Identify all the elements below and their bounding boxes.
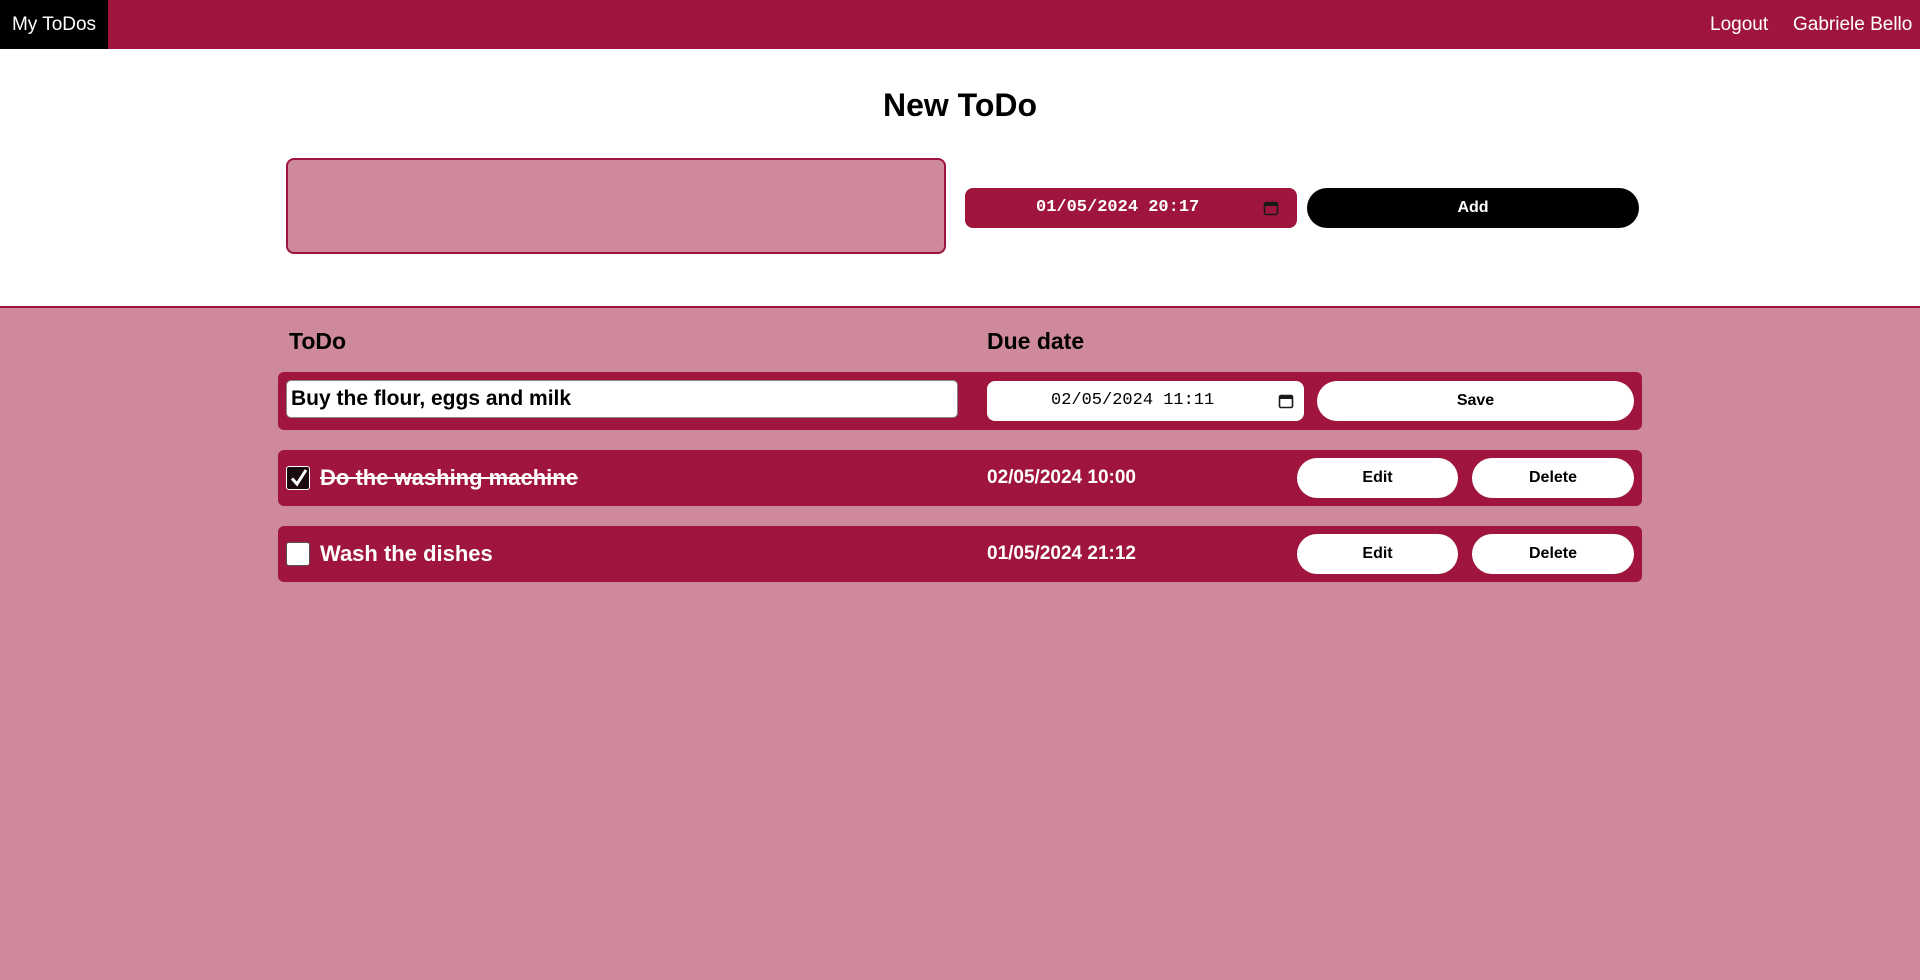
todo-row-editing: 02/05/2024 11:11 Save [278,372,1642,430]
edit-button[interactable]: Edit [1297,534,1458,574]
logout-link[interactable]: Logout [1710,0,1768,49]
todo-due-date: 01/05/2024 21:12 [987,543,1136,564]
edit-todo-text-input[interactable] [286,380,958,418]
done-checkbox[interactable] [286,542,310,566]
save-button[interactable]: Save [1317,381,1634,421]
delete-button[interactable]: Delete [1472,458,1634,498]
todo-text: Do the washing machine [320,465,578,490]
edit-todo-due-date-value: 02/05/2024 11:11 [1051,391,1215,410]
done-checkbox[interactable] [286,466,310,490]
brand-link[interactable]: My ToDos [0,0,108,49]
todo-due-date: 02/05/2024 10:00 [987,467,1136,488]
edit-button[interactable]: Edit [1297,458,1458,498]
calendar-icon[interactable] [1278,393,1294,415]
add-button[interactable]: Add [1307,188,1639,228]
calendar-icon[interactable] [1263,200,1279,222]
todo-row: Do the washing machine 02/05/2024 10:00 … [278,450,1642,506]
new-todo-section: New ToDo 01/05/2024 20:17 Add [0,49,1920,308]
new-todo-text-input[interactable] [286,158,946,254]
new-todo-due-date-value: 01/05/2024 20:17 [1036,198,1200,217]
delete-button[interactable]: Delete [1472,534,1634,574]
user-name-link[interactable]: Gabriele Bello [1793,0,1912,49]
checkmark-icon [290,469,308,487]
edit-todo-due-date-input[interactable]: 02/05/2024 11:11 [987,381,1304,421]
new-todo-title: New ToDo [882,87,1038,123]
todo-row: Wash the dishes 01/05/2024 21:12 Edit De… [278,526,1642,582]
column-header-due-date: Due date [987,328,1085,354]
column-header-todo: ToDo [289,328,347,354]
new-todo-due-date-input[interactable]: 01/05/2024 20:17 [965,188,1297,228]
navbar: My ToDos Logout Gabriele Bello [0,0,1920,49]
todo-text: Wash the dishes [320,541,493,566]
